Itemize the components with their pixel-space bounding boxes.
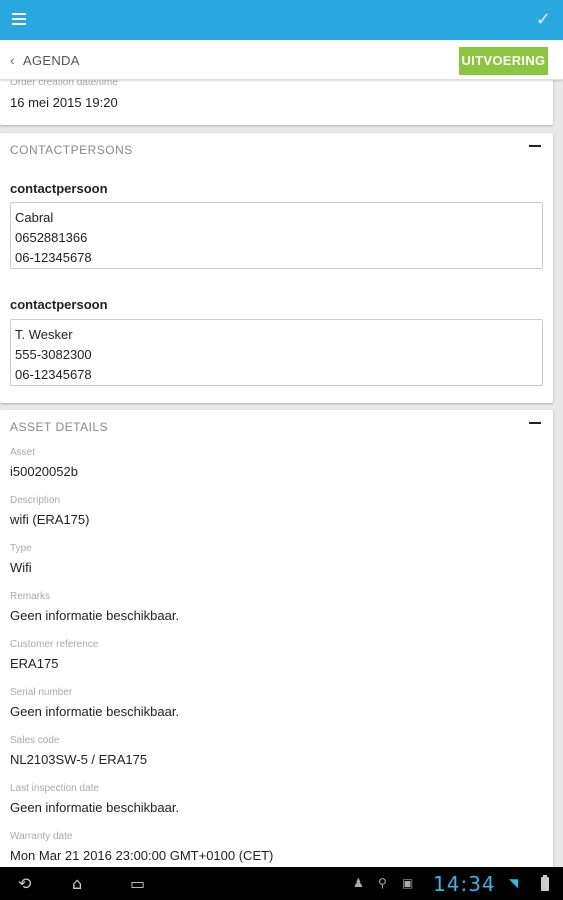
battery-icon [541, 875, 549, 891]
collapse-icon[interactable] [529, 422, 541, 424]
back-label: AGENDA [22, 53, 80, 68]
android-icon: ♟ [353, 876, 364, 890]
contact-name: T. Wesker [15, 327, 73, 342]
warranty-date-label: Warranty date [10, 831, 73, 842]
wifi-icon: ◥ [509, 876, 519, 890]
serial-number-value: Geen informatie beschikbaar. [10, 704, 180, 719]
order-card: Order creation date/time 16 mei 2015 19:… [0, 80, 553, 125]
sales-code-value: NL2103SW-5 / ERA175 [10, 752, 148, 767]
asset-details-card: ASSET DETAILS Asset i50020052b Descripti… [0, 410, 553, 867]
asset-value: i50020052b [10, 464, 78, 479]
serial-number-label: Serial number [10, 687, 73, 698]
warranty-date-value: Mon Mar 21 2016 23:00:00 GMT+0100 (CET) [10, 848, 274, 863]
usb-icon: ⚲ [378, 876, 387, 890]
contact-label: contactpersoon [10, 181, 108, 196]
contact-phone[interactable]: 555-3082300 [15, 345, 538, 365]
contact-box: T. Wesker 555-3082300 06-12345678 [10, 319, 543, 386]
home-nav-icon[interactable]: ⌂ [72, 874, 82, 893]
order-date-value: 16 mei 2015 19:20 [10, 95, 118, 110]
contact-label: contactpersoon [10, 297, 108, 312]
back-nav-icon[interactable]: ⟲ [18, 874, 31, 893]
description-label: Description [10, 495, 61, 506]
order-date-label: Order creation date/time [10, 80, 118, 88]
asset-label: Asset [10, 447, 36, 458]
action-bar: ‹ AGENDA UITVOERING [0, 40, 563, 80]
system-navigation-bar: ⟲ ⌂ ▭ ♟ ⚲ ▣ 14:34 ◥ [0, 867, 563, 900]
sales-code-label: Sales code [10, 735, 60, 746]
scroll-content[interactable]: Order creation date/time 16 mei 2015 19:… [0, 80, 563, 867]
asset-details-title: ASSET DETAILS [10, 420, 109, 434]
last-inspection-date-value: Geen informatie beschikbaar. [10, 800, 180, 815]
contact-mobile[interactable]: 06-12345678 [15, 248, 538, 268]
last-inspection-date-label: Last inspection date [10, 783, 99, 794]
image-icon: ▣ [402, 876, 414, 890]
uitvoering-button[interactable]: UITVOERING [459, 47, 548, 75]
contact-mobile[interactable]: 06-12345678 [15, 365, 538, 385]
back-link[interactable]: ‹ AGENDA [10, 52, 80, 68]
chevron-left-icon: ‹ [10, 52, 15, 68]
customer-reference-value: ERA175 [10, 656, 59, 671]
type-value: Wifi [10, 560, 32, 575]
remarks-label: Remarks [10, 591, 51, 602]
check-icon[interactable]: ✓ [536, 9, 551, 30]
menu-icon[interactable] [12, 13, 26, 27]
customer-reference-label: Customer reference [10, 639, 99, 650]
contact-name: Cabral [15, 210, 54, 225]
description-value: wifi (ERA175) [10, 512, 90, 527]
recents-nav-icon[interactable]: ▭ [130, 874, 145, 893]
type-label: Type [10, 543, 32, 554]
contact-box: Cabral 0652881366 06-12345678 [10, 202, 543, 269]
contactpersons-title: CONTACTPERSONS [10, 143, 133, 157]
status-clock: 14:34 [433, 872, 496, 896]
contactpersons-card: CONTACTPERSONS contactpersoon Cabral 065… [0, 133, 553, 403]
remarks-value: Geen informatie beschikbaar. [10, 608, 180, 623]
contact-phone[interactable]: 0652881366 [15, 228, 538, 248]
collapse-icon[interactable] [529, 145, 541, 147]
app-toolbar: ✓ [0, 0, 563, 40]
